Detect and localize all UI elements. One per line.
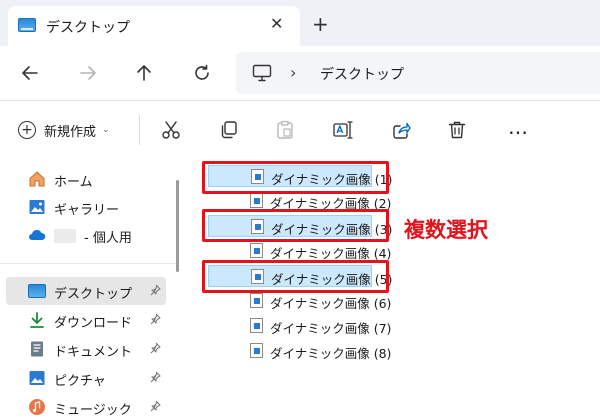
sidebar-item-label: - 個人用 xyxy=(84,231,132,246)
sidebar-item-gallery[interactable]: ギャラリー xyxy=(0,193,170,221)
copy-icon xyxy=(221,121,237,139)
share-button[interactable] xyxy=(388,117,414,143)
sidebar-item-label: デスクトップ xyxy=(54,287,133,302)
highlight-box xyxy=(202,209,389,242)
plus-circle-icon: + xyxy=(18,121,36,139)
copy-button[interactable] xyxy=(216,117,242,143)
pin-icon[interactable] xyxy=(150,284,161,296)
sidebar-item-desktop[interactable]: デスクトップ xyxy=(6,277,166,305)
file-item[interactable]: ダイナミック画像 (8) xyxy=(208,340,391,362)
sidebar-item-onedrive[interactable]: - 個人用 xyxy=(0,221,170,249)
highlight-box xyxy=(202,161,389,194)
rename-button[interactable] xyxy=(330,117,356,143)
more-options-button[interactable]: … xyxy=(508,115,529,139)
cut-icon xyxy=(162,121,180,139)
file-item[interactable]: ダイナミック画像 (4) xyxy=(208,240,391,262)
arrow-right-icon xyxy=(80,66,96,80)
close-tab-button[interactable]: ✕ xyxy=(270,14,283,33)
command-separator xyxy=(139,115,140,145)
navigation-pane: ホーム ギャラリー - 個人用 デスクトップ ダウンロード ドキュメント ピクチ… xyxy=(0,157,178,419)
pin-icon[interactable] xyxy=(150,342,161,354)
sidebar-item-label: ホーム xyxy=(54,175,93,190)
pictures-icon xyxy=(29,371,45,385)
documents-icon xyxy=(31,341,43,357)
pin-icon[interactable] xyxy=(150,313,161,325)
arrow-left-icon xyxy=(22,66,38,80)
image-file-icon xyxy=(250,193,263,208)
file-name: ダイナミック画像 (7) xyxy=(270,321,392,336)
monitor-icon xyxy=(252,64,272,82)
file-name: ダイナミック画像 (8) xyxy=(270,346,392,361)
file-item[interactable]: ダイナミック画像 (7) xyxy=(208,315,391,337)
sidebar-item-downloads[interactable]: ダウンロード xyxy=(0,306,170,334)
arrow-up-icon xyxy=(137,65,151,81)
pin-icon[interactable] xyxy=(150,400,161,412)
onedrive-icon xyxy=(29,229,46,240)
breadcrumb-separator: › xyxy=(290,63,297,82)
paste-button[interactable] xyxy=(272,117,298,143)
pin-icon[interactable] xyxy=(150,371,161,383)
highlight-box xyxy=(202,260,389,293)
sidebar-item-music[interactable]: ミュージック xyxy=(0,393,170,419)
delete-icon xyxy=(448,121,466,139)
sidebar-item-label: ドキュメント xyxy=(54,345,133,360)
tab-strip: デスクトップ ✕ + xyxy=(0,0,600,46)
tab-desktop[interactable]: デスクトップ ✕ xyxy=(8,6,300,46)
address-bar[interactable]: › デスクトップ xyxy=(236,52,600,94)
refresh-icon xyxy=(195,64,209,80)
desktop-icon xyxy=(28,284,46,298)
sidebar-item-label: ギャラリー xyxy=(54,203,120,218)
file-name: ダイナミック画像 (6) xyxy=(270,296,392,311)
file-item[interactable]: ダイナミック画像 (6) xyxy=(208,290,391,312)
download-icon xyxy=(30,312,44,328)
cut-button[interactable] xyxy=(158,117,184,143)
sidebar-item-pictures[interactable]: ピクチャ xyxy=(0,364,170,392)
forward-button[interactable] xyxy=(74,60,102,86)
sidebar-item-label: ミュージック xyxy=(54,403,132,418)
sidebar-item-label: ピクチャ xyxy=(54,374,106,389)
back-button[interactable] xyxy=(16,60,44,86)
sidebar-scrollbar[interactable] xyxy=(176,180,179,272)
sidebar-item-label: ダウンロード xyxy=(54,316,133,331)
up-button[interactable] xyxy=(130,60,158,86)
image-file-icon xyxy=(250,318,263,333)
share-icon xyxy=(393,122,411,139)
image-file-icon xyxy=(250,293,263,308)
refresh-button[interactable] xyxy=(188,60,216,86)
breadcrumb-desktop[interactable]: デスクトップ xyxy=(320,64,404,84)
desktop-folder-icon xyxy=(18,18,36,32)
gallery-icon xyxy=(29,200,45,214)
command-bar: + 新規作成 ⌄ … xyxy=(0,101,600,157)
rename-icon xyxy=(333,121,353,139)
sidebar-section-divider xyxy=(0,263,176,264)
tab-title: デスクトップ xyxy=(46,20,130,36)
new-tab-button[interactable]: + xyxy=(312,14,329,34)
music-icon xyxy=(29,399,45,415)
new-button[interactable]: + 新規作成 ⌄ xyxy=(18,119,110,141)
image-file-icon xyxy=(250,343,263,358)
navigation-bar: › デスクトップ xyxy=(0,46,600,100)
image-file-icon xyxy=(250,243,263,258)
chevron-down-icon: ⌄ xyxy=(102,125,110,135)
redacted-name xyxy=(54,229,76,243)
paste-icon xyxy=(277,120,293,139)
sidebar-item-home[interactable]: ホーム xyxy=(0,165,170,193)
delete-button[interactable] xyxy=(444,117,470,143)
new-button-label: 新規作成 xyxy=(44,124,97,140)
annotation-callout: 複数選択 xyxy=(404,218,488,242)
home-icon xyxy=(29,171,45,187)
sidebar-item-documents[interactable]: ドキュメント xyxy=(0,335,170,363)
